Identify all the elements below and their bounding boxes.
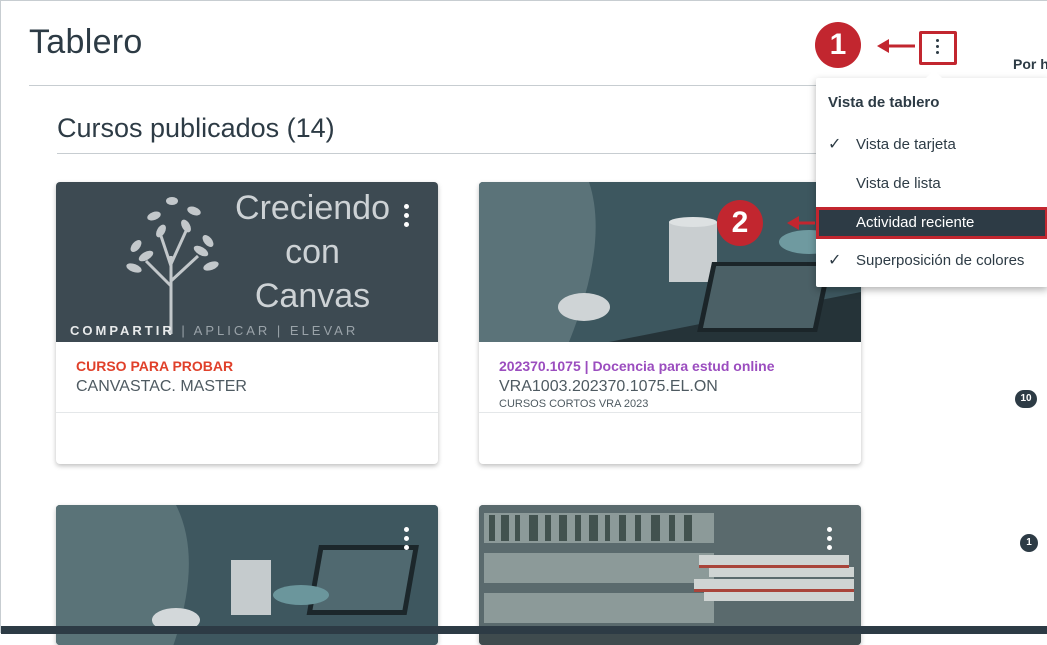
step-callout-2: 2 xyxy=(717,200,763,246)
arrow-right-icon xyxy=(787,216,815,230)
arrow-left-icon xyxy=(877,39,915,53)
dashboard-window: Tablero Por h Cursos publicados (14) Cre… xyxy=(0,0,1047,645)
callout-arrows xyxy=(787,39,915,230)
step-callout-1: 1 xyxy=(815,22,861,68)
